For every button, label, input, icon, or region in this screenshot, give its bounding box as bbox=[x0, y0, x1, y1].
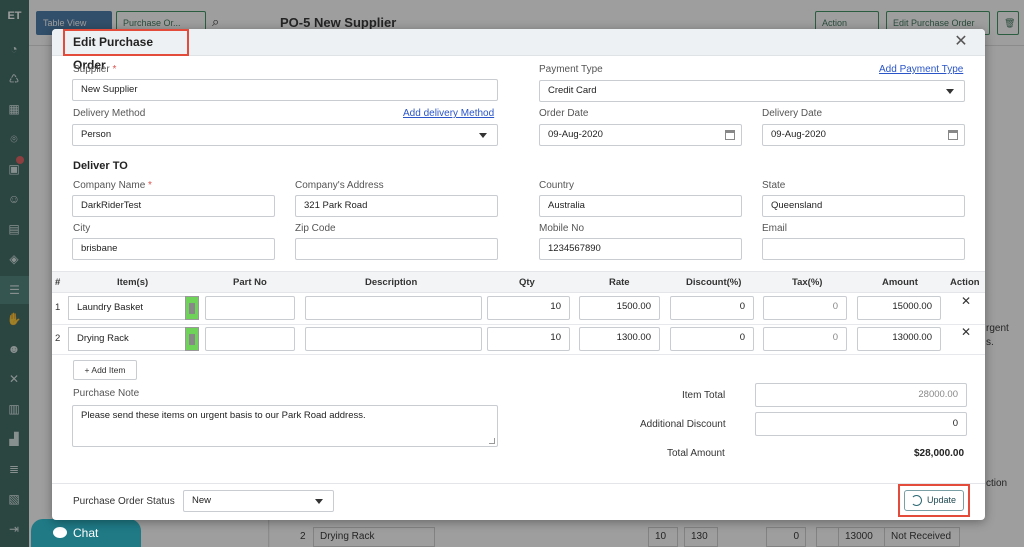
amount-input[interactable]: 13000.00 bbox=[857, 327, 941, 351]
order-date-input[interactable]: 09-Aug-2020 bbox=[539, 124, 742, 146]
modal-header: Edit Purchase Order ✕ bbox=[52, 29, 985, 72]
item-indicator-icon bbox=[185, 327, 199, 351]
order-date-label: Order Date bbox=[539, 108, 589, 119]
company-name-input[interactable]: DarkRiderTest bbox=[72, 195, 275, 217]
supplier-label: Supplier * bbox=[73, 64, 117, 75]
delete-row-icon[interactable]: ✕ bbox=[961, 294, 971, 308]
column-header: Discount(%) bbox=[686, 277, 742, 288]
discount-input[interactable]: 0 bbox=[670, 296, 754, 320]
column-header: Rate bbox=[609, 277, 630, 288]
chevron-down-icon bbox=[315, 499, 323, 504]
mobile-label: Mobile No bbox=[539, 223, 585, 234]
modal-title: Edit Purchase Order bbox=[63, 29, 189, 72]
qty-input[interactable]: 10 bbox=[487, 296, 570, 320]
items-table-header: # Item(s) Part No Description Qty Rate D… bbox=[52, 271, 985, 293]
row-number: 1 bbox=[55, 302, 61, 313]
total-amount-value: $28,000.00 bbox=[914, 448, 965, 459]
additional-discount-label: Additional Discount bbox=[640, 419, 726, 430]
update-highlight: Update bbox=[898, 484, 970, 517]
status-select[interactable]: New bbox=[183, 490, 334, 512]
city-label: City bbox=[73, 223, 91, 234]
mobile-input[interactable]: 1234567890 bbox=[539, 238, 742, 260]
delivery-date-input[interactable]: 09-Aug-2020 bbox=[762, 124, 965, 146]
zip-code-input[interactable] bbox=[295, 238, 498, 260]
delivery-date-label: Delivery Date bbox=[762, 108, 823, 119]
chevron-down-icon bbox=[946, 89, 954, 94]
add-item-button[interactable]: + Add Item bbox=[73, 360, 137, 380]
state-label: State bbox=[762, 180, 786, 191]
email-input[interactable] bbox=[762, 238, 965, 260]
delivery-method-label: Delivery Method bbox=[73, 108, 146, 119]
status-label: Purchase Order Status bbox=[73, 496, 175, 507]
additional-discount-input[interactable]: 0 bbox=[755, 412, 967, 436]
company-address-label: Company's Address bbox=[295, 180, 384, 191]
deliver-to-heading: Deliver TO bbox=[73, 160, 128, 172]
item-total-input: 28000.00 bbox=[755, 383, 967, 407]
add-payment-type-link[interactable]: Add Payment Type bbox=[879, 64, 963, 75]
row-number: 2 bbox=[55, 333, 61, 344]
country-label: Country bbox=[539, 180, 575, 191]
state-input[interactable]: Queensland bbox=[762, 195, 965, 217]
column-header: Action bbox=[950, 277, 980, 288]
column-header: # bbox=[55, 277, 61, 288]
supplier-input[interactable]: New Supplier bbox=[72, 79, 498, 101]
payment-type-label: Payment Type bbox=[539, 64, 603, 75]
column-header: Qty bbox=[519, 277, 535, 288]
item-input[interactable]: Laundry Basket bbox=[68, 296, 186, 320]
delivery-method-select[interactable]: Person bbox=[72, 124, 498, 146]
calendar-icon[interactable] bbox=[948, 130, 958, 140]
update-button[interactable]: Update bbox=[904, 490, 964, 511]
chat-bubble-icon bbox=[53, 527, 67, 538]
column-header: Description bbox=[365, 277, 418, 288]
rate-input[interactable]: 1500.00 bbox=[579, 296, 660, 320]
edit-purchase-order-modal: Edit Purchase Order ✕ Supplier * New Sup… bbox=[52, 29, 985, 520]
delete-row-icon[interactable]: ✕ bbox=[961, 325, 971, 339]
tax-input[interactable]: 0 bbox=[763, 296, 847, 320]
city-input[interactable]: brisbane bbox=[72, 238, 275, 260]
column-header: Amount bbox=[882, 277, 918, 288]
total-amount-label: Total Amount bbox=[667, 448, 725, 459]
chat-button[interactable]: Chat bbox=[31, 519, 141, 547]
item-indicator-icon bbox=[185, 296, 199, 320]
part-no-input[interactable] bbox=[205, 327, 295, 351]
discount-input[interactable]: 0 bbox=[670, 327, 754, 351]
email-label: Email bbox=[762, 223, 788, 234]
country-input[interactable]: Australia bbox=[539, 195, 742, 217]
item-input[interactable]: Drying Rack bbox=[68, 327, 186, 351]
description-input[interactable] bbox=[305, 327, 482, 351]
close-icon[interactable]: ✕ bbox=[953, 34, 969, 50]
zip-code-label: Zip Code bbox=[295, 223, 336, 234]
column-header: Tax(%) bbox=[792, 277, 823, 288]
resize-handle-icon[interactable] bbox=[489, 438, 495, 444]
qty-input[interactable]: 10 bbox=[487, 327, 570, 351]
company-address-input[interactable]: 321 Park Road bbox=[295, 195, 498, 217]
amount-input[interactable]: 15000.00 bbox=[857, 296, 941, 320]
chevron-down-icon bbox=[479, 133, 487, 138]
calendar-icon[interactable] bbox=[725, 130, 735, 140]
refresh-icon bbox=[911, 495, 922, 506]
company-name-label: Company Name * bbox=[73, 180, 152, 191]
payment-type-select[interactable]: Credit Card bbox=[539, 80, 965, 102]
item-total-label: Item Total bbox=[682, 390, 726, 401]
part-no-input[interactable] bbox=[205, 296, 295, 320]
description-input[interactable] bbox=[305, 296, 482, 320]
tax-input[interactable]: 0 bbox=[763, 327, 847, 351]
column-header: Item(s) bbox=[117, 277, 149, 288]
add-delivery-method-link[interactable]: Add delivery Method bbox=[403, 108, 494, 119]
purchase-note-textarea[interactable]: Please send these items on urgent basis … bbox=[72, 405, 498, 447]
purchase-note-label: Purchase Note bbox=[73, 388, 140, 399]
column-header: Part No bbox=[233, 277, 267, 288]
rate-input[interactable]: 1300.00 bbox=[579, 327, 660, 351]
